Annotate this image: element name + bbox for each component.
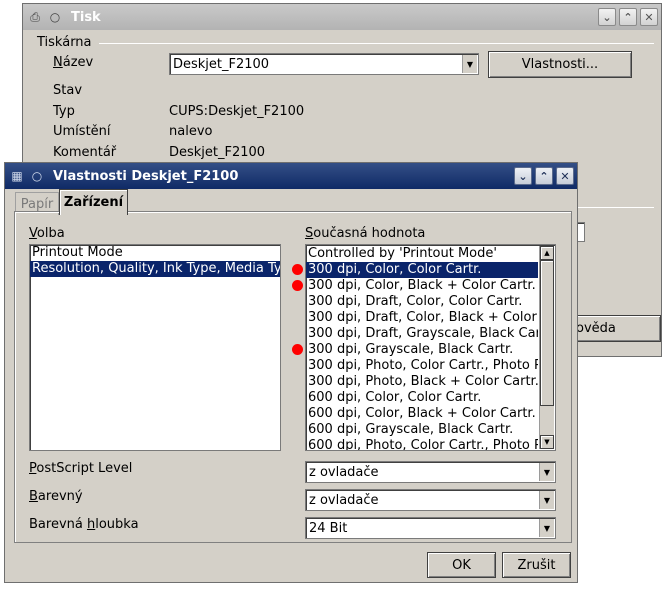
list-item[interactable]: 300 dpi, Color, Black + Color Cartr. — [306, 278, 538, 294]
list-item[interactable]: 300 dpi, Color, Color Cartr. — [306, 262, 538, 278]
option-label: Volba — [29, 226, 65, 241]
list-item[interactable]: 600 dpi, Grayscale, Black Cartr. — [306, 422, 538, 438]
chevron-down-icon[interactable]: ▼ — [539, 491, 554, 509]
close-button[interactable]: ✕ — [640, 8, 658, 26]
minimize-button[interactable]: ⌄ — [598, 8, 616, 26]
red-dot-marker — [292, 264, 303, 275]
minimize-button[interactable]: ⌄ — [514, 167, 532, 185]
postscript-level-label: PostScript Level — [29, 461, 133, 476]
scroll-thumb[interactable] — [540, 260, 554, 406]
list-item[interactable]: 300 dpi, Draft, Color, Black + Color C — [306, 310, 538, 326]
help-button[interactable]: ověda — [571, 315, 661, 342]
chevron-down-icon[interactable]: ▼ — [539, 463, 554, 481]
list-item[interactable]: 600 dpi, Color, Black + Color Cartr. — [306, 406, 538, 422]
scroll-down-icon[interactable]: ▼ — [540, 435, 554, 449]
postscript-level-value: z ovladače — [309, 464, 379, 480]
app-icon: ▦ — [11, 169, 23, 183]
maximize-button[interactable]: ⌃ — [619, 8, 637, 26]
value-list-scrollbar[interactable]: ▲ ▼ — [539, 246, 554, 449]
current-value-label: Současná hodnota — [305, 226, 426, 241]
color-depth-select[interactable]: 24 Bit ▼ — [305, 517, 556, 539]
value-list[interactable]: Controlled by 'Printout Mode' 300 dpi, C… — [305, 244, 556, 451]
properties-button[interactable]: Vlastnosti... — [488, 51, 632, 78]
window-menu-icon[interactable]: ○ — [29, 168, 45, 184]
option-list[interactable]: Printout Mode Resolution, Quality, Ink T… — [29, 244, 281, 451]
properties-dialog-window: ▦ ○ Vlastnosti Deskjet_F2100 ⌄ ⌃ ✕ Papír… — [4, 162, 578, 583]
color-label: Barevný — [29, 489, 83, 504]
maximize-button[interactable]: ⌃ — [535, 167, 553, 185]
list-item[interactable]: 300 dpi, Draft, Grayscale, Black Cart — [306, 326, 538, 342]
group-divider — [99, 43, 654, 44]
printer-select[interactable]: Deskjet_F2100 ▼ — [169, 53, 479, 75]
cancel-button[interactable]: Zrušit — [502, 552, 571, 578]
color-depth-value: 24 Bit — [309, 520, 348, 536]
status-label: Stav — [53, 83, 83, 98]
scroll-up-icon[interactable]: ▲ — [540, 246, 554, 260]
red-dot-marker — [292, 280, 303, 291]
comment-value: Deskjet_F2100 — [169, 145, 266, 160]
list-item[interactable]: 600 dpi, Photo, Color Cartr., Photo P — [306, 438, 538, 450]
type-value: CUPS:Deskjet_F2100 — [169, 104, 305, 119]
postscript-level-select[interactable]: z ovladače ▼ — [305, 461, 556, 483]
comment-label: Komentář — [53, 145, 117, 160]
window-menu-icon[interactable]: ○ — [47, 9, 63, 25]
printer-select-value: Deskjet_F2100 — [173, 56, 270, 72]
location-value: nalevo — [169, 124, 213, 139]
group-divider — [578, 207, 654, 208]
print-dialog-title: Tisk — [71, 9, 101, 25]
list-item[interactable]: 600 dpi, Color, Color Cartr. — [306, 390, 538, 406]
type-label: Typ — [53, 104, 75, 119]
list-item[interactable]: Controlled by 'Printout Mode' — [306, 246, 538, 262]
list-item[interactable]: 300 dpi, Photo, Color Cartr., Photo P — [306, 358, 538, 374]
list-item[interactable]: 300 dpi, Photo, Black + Color Cartr., — [306, 374, 538, 390]
ok-button[interactable]: OK — [427, 552, 496, 578]
list-item[interactable]: Printout Mode — [30, 245, 280, 261]
location-label: Umístění — [53, 124, 111, 139]
printer-icon: ⎙ — [30, 10, 40, 24]
print-dialog-titlebar[interactable]: ⎙ ○ Tisk ⌄ ⌃ ✕ — [23, 4, 661, 30]
color-depth-label: Barevná hloubka — [29, 517, 139, 532]
list-item[interactable]: 300 dpi, Draft, Color, Color Cartr. — [306, 294, 538, 310]
name-label: Název — [53, 55, 94, 70]
chevron-down-icon[interactable]: ▼ — [539, 519, 554, 537]
chevron-down-icon[interactable]: ▼ — [462, 55, 477, 73]
properties-dialog-titlebar[interactable]: ▦ ○ Vlastnosti Deskjet_F2100 ⌄ ⌃ ✕ — [5, 163, 577, 189]
red-dot-marker — [292, 344, 303, 355]
close-button[interactable]: ✕ — [556, 167, 574, 185]
color-select[interactable]: z ovladače ▼ — [305, 489, 556, 511]
tab-device[interactable]: Zařízení — [59, 189, 128, 215]
color-value: z ovladače — [309, 492, 379, 508]
list-item[interactable]: Resolution, Quality, Ink Type, Media Typ — [30, 261, 280, 277]
properties-dialog-title: Vlastnosti Deskjet_F2100 — [53, 168, 239, 184]
printer-group-label: Tiskárna — [37, 35, 92, 50]
list-item[interactable]: 300 dpi, Grayscale, Black Cartr. — [306, 342, 538, 358]
